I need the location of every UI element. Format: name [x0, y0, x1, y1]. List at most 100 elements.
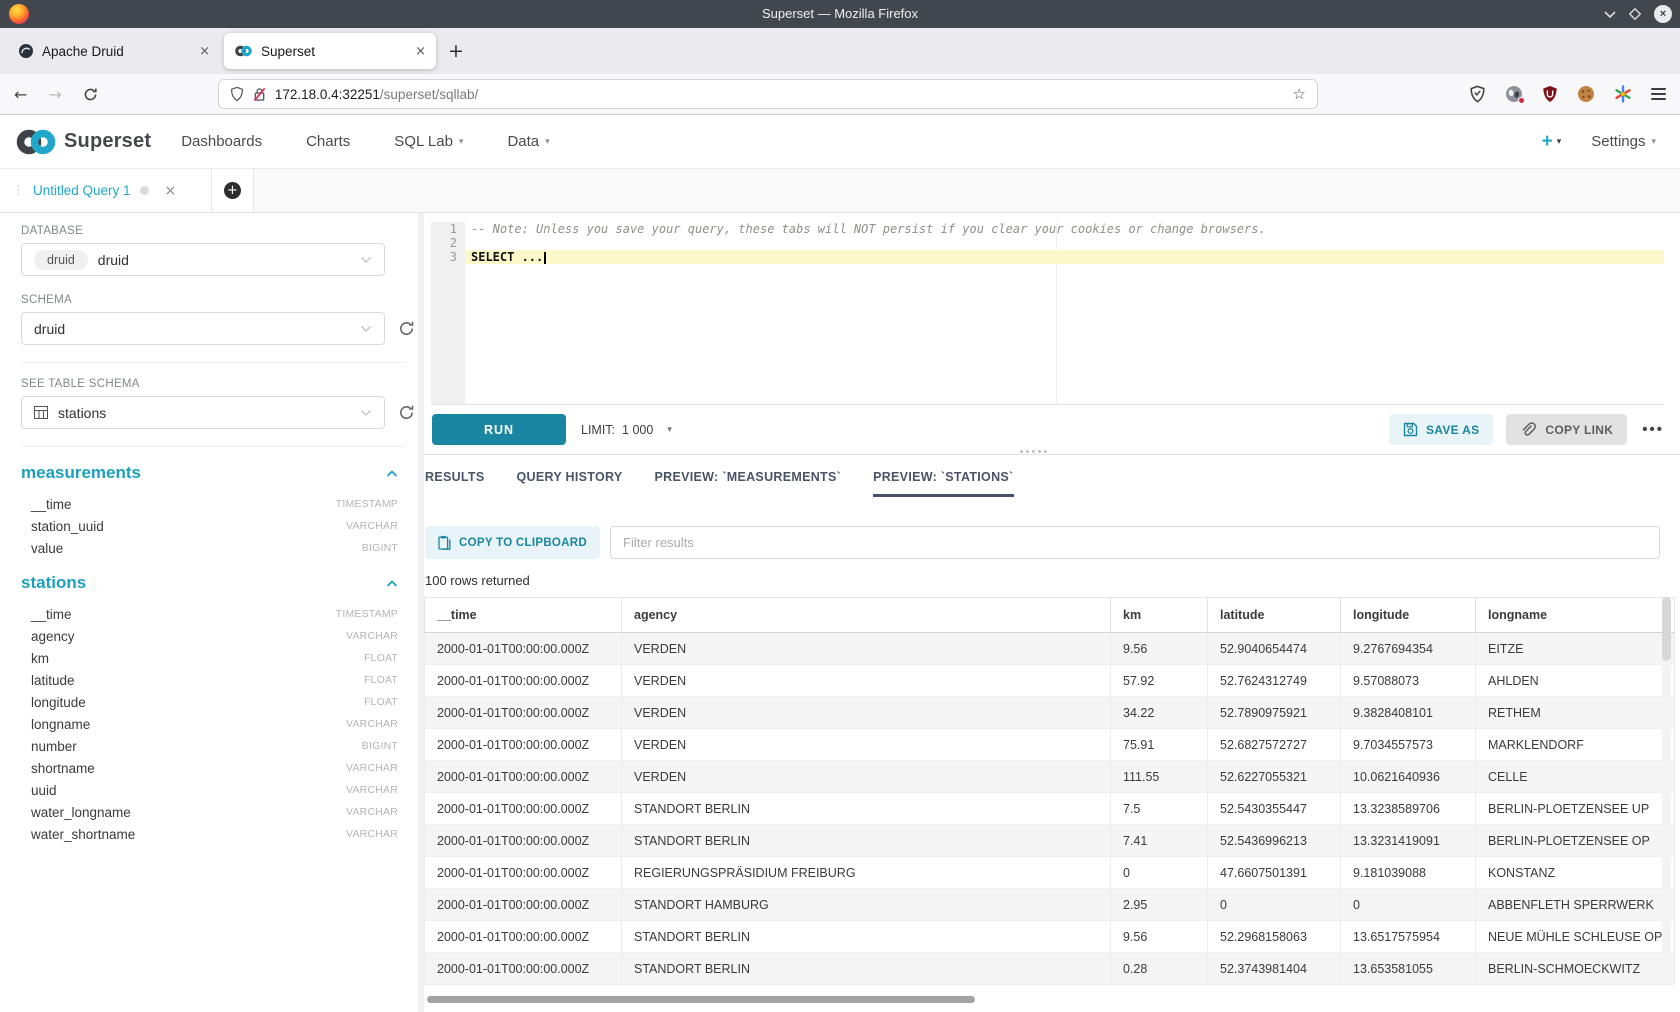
vertical-scrollbar-thumb[interactable]: [1662, 597, 1671, 661]
menu-hamburger-icon[interactable]: [1651, 85, 1666, 103]
table-cell: STANDORT HAMBURG: [622, 889, 1111, 921]
column-type: VARCHAR: [346, 630, 398, 642]
refresh-schema-icon[interactable]: [398, 320, 415, 337]
extension-containers-icon[interactable]: [1505, 85, 1523, 103]
table-cell: 0.28: [1111, 953, 1208, 985]
refresh-tables-icon[interactable]: [398, 404, 415, 421]
column-type: BIGINT: [362, 542, 398, 554]
add-new-button[interactable]: +▾: [1542, 131, 1562, 153]
extension-badge: [1518, 97, 1525, 104]
url-path: /superset/sqllab/: [380, 87, 478, 102]
lock-insecure-icon[interactable]: [253, 87, 266, 102]
window-close-icon[interactable]: ×: [1654, 5, 1672, 23]
table-cell: MARKLENDORF: [1476, 729, 1675, 761]
query-tab-close-icon[interactable]: ×: [165, 183, 177, 199]
table-cell: 0: [1111, 857, 1208, 889]
schema-table-name: stations: [21, 573, 86, 593]
table-cell: 9.7034557573: [1341, 729, 1476, 761]
nav-item-dashboards[interactable]: Dashboards: [181, 133, 262, 150]
sql-editor[interactable]: 1 -- Note: Unless you save your query, t…: [431, 222, 1664, 405]
resize-handle[interactable]: [1020, 450, 1047, 453]
column-header-__time[interactable]: __time: [425, 598, 622, 633]
column-type: TIMESTAMP: [336, 498, 398, 510]
browser-tab-label: Superset: [261, 44, 315, 59]
table-cell: VERDEN: [622, 633, 1111, 665]
nav-item-charts[interactable]: Charts: [306, 133, 350, 150]
extension-ublock-icon[interactable]: [1542, 85, 1558, 103]
results-tab-1[interactable]: QUERY HISTORY: [517, 470, 623, 497]
database-label: DATABASE: [21, 225, 418, 237]
copy-to-clipboard-button[interactable]: COPY TO CLIPBOARD: [425, 526, 600, 559]
reload-button[interactable]: [83, 87, 98, 102]
extension-shield-icon[interactable]: [1469, 85, 1486, 103]
table-cell: VERDEN: [622, 729, 1111, 761]
extension-consent-icon[interactable]: [1614, 85, 1632, 103]
schema-table-measurements[interactable]: measurements: [21, 461, 398, 485]
table-cell: 34.22: [1111, 697, 1208, 729]
column-header-longname[interactable]: longname: [1476, 598, 1675, 633]
brand-name: Superset: [64, 130, 151, 153]
bookmark-star-icon[interactable]: ☆: [1292, 85, 1305, 103]
database-type-pill: druid: [34, 250, 88, 270]
column-name: __time: [31, 497, 72, 512]
browser-tabbar: Apache Druid × Superset × +: [0, 28, 1680, 74]
vertical-scrollbar[interactable]: [1662, 597, 1671, 984]
url-bar[interactable]: 172.18.0.4:32251/superset/sqllab/ ☆: [218, 79, 1318, 109]
table-cell: 9.57088073: [1341, 665, 1476, 697]
browser-tab-superset[interactable]: Superset ×: [224, 33, 436, 69]
schema-table-stations[interactable]: stations: [21, 571, 398, 595]
chevron-up-icon[interactable]: [386, 579, 398, 588]
extension-cookie-icon[interactable]: [1577, 85, 1595, 103]
window-title: Superset — Mozilla Firefox: [0, 0, 1680, 28]
tab-close-icon[interactable]: ×: [199, 44, 210, 59]
limit-control[interactable]: LIMIT: 1 000 ▾: [581, 423, 672, 437]
column-header-longitude[interactable]: longitude: [1341, 598, 1476, 633]
query-tab-untitled[interactable]: ⋮ Untitled Query 1 ×: [0, 169, 212, 212]
table-cell: NEUE MÜHLE SCHLEUSE OP: [1476, 921, 1675, 953]
druid-favicon: [18, 43, 34, 59]
nav-item-sql-lab[interactable]: SQL Lab▾: [394, 133, 463, 150]
table-cell: ABBENFLETH SPERRWERK: [1476, 889, 1675, 921]
browser-tab-apache-druid[interactable]: Apache Druid ×: [8, 33, 220, 69]
column-row: water_longnameVARCHAR: [21, 801, 398, 823]
results-tab-3[interactable]: PREVIEW: `STATIONS`: [873, 470, 1013, 497]
caret-down-icon: ▾: [1557, 137, 1562, 147]
copy-link-button[interactable]: COPY LINK: [1506, 414, 1627, 445]
column-header-agency[interactable]: agency: [622, 598, 1111, 633]
run-button[interactable]: RUN: [432, 414, 566, 445]
forward-button[interactable]: →: [48, 85, 61, 104]
shield-permissions-icon[interactable]: [230, 86, 244, 102]
database-select[interactable]: druid druid: [21, 243, 385, 276]
results-table-head-row: __timeagencykmlatitudelongitudelongname: [425, 598, 1675, 633]
results-tab-0[interactable]: RESULTS: [425, 470, 485, 497]
column-name: latitude: [31, 673, 75, 688]
settings-menu[interactable]: Settings▾: [1591, 133, 1656, 150]
more-options-button[interactable]: •••: [1642, 421, 1664, 438]
superset-brand[interactable]: Superset: [14, 127, 151, 157]
column-header-latitude[interactable]: latitude: [1208, 598, 1341, 633]
table-cell: VERDEN: [622, 761, 1111, 793]
nav-item-data[interactable]: Data▾: [507, 133, 549, 150]
save-as-button[interactable]: SAVE AS: [1389, 414, 1493, 445]
add-query-tab-button[interactable]: +: [212, 169, 254, 212]
results-tab-2[interactable]: PREVIEW: `MEASUREMENTS`: [655, 470, 842, 497]
window-maximize-icon[interactable]: [1629, 8, 1641, 20]
table-cell: BERLIN-SCHMOECKWITZ: [1476, 953, 1675, 985]
table-select[interactable]: stations: [21, 396, 385, 429]
column-name: shortname: [31, 761, 95, 776]
table-cell: 2000-01-01T00:00:00.000Z: [425, 793, 622, 825]
column-header-km[interactable]: km: [1111, 598, 1208, 633]
new-tab-button[interactable]: +: [448, 40, 464, 62]
caret-down-icon: ▾: [459, 137, 464, 147]
filter-results-input[interactable]: [610, 526, 1660, 559]
window-minimize-icon[interactable]: [1604, 10, 1616, 18]
drag-handle-icon[interactable]: ⋮: [12, 183, 25, 198]
tab-close-icon[interactable]: ×: [415, 44, 426, 59]
column-type: FLOAT: [364, 674, 398, 686]
schema-select[interactable]: druid: [21, 312, 385, 345]
table-cell: STANDORT BERLIN: [622, 825, 1111, 857]
chevron-up-icon[interactable]: [386, 469, 398, 478]
limit-value: 1 000: [622, 423, 653, 437]
back-button[interactable]: ←: [14, 85, 27, 104]
horizontal-scrollbar-thumb[interactable]: [427, 996, 975, 1003]
